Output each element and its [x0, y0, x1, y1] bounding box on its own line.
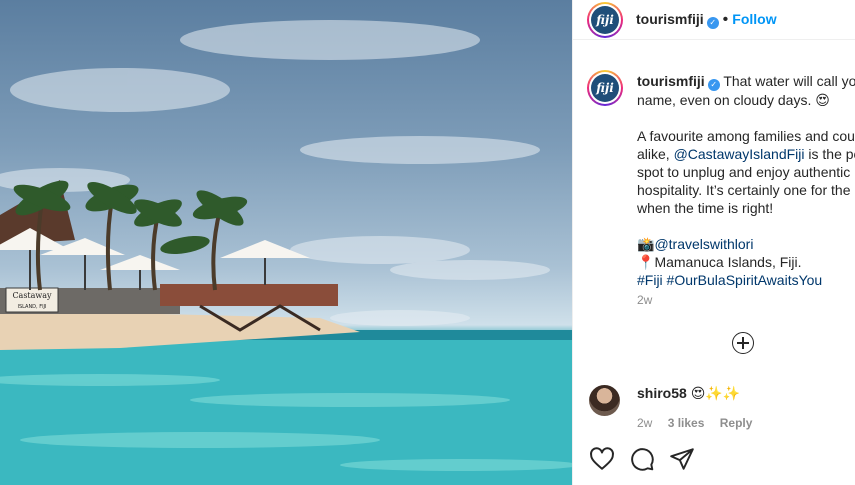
- svg-text:ISLAND, FIJI: ISLAND, FIJI: [17, 304, 46, 310]
- caption-line: name, even on cloudy days. 😍: [637, 92, 830, 108]
- post-sidebar: fiji tourismfiji ✓ • Follow fiji tourismfij…: [572, 0, 855, 485]
- credit-mention-link[interactable]: @travelswithlori: [654, 236, 753, 252]
- svg-text:Castaway: Castaway: [12, 291, 52, 300]
- follow-button[interactable]: Follow: [732, 11, 776, 27]
- caption-text: is the per: [808, 146, 855, 162]
- comment-text: 😍✨✨: [690, 385, 741, 401]
- caption-line: hospitality. It’s certainly one for the: [637, 182, 851, 198]
- comment-username[interactable]: shiro58: [637, 385, 687, 401]
- separator-dot: •: [722, 11, 729, 28]
- verified-badge-icon: ✓: [706, 17, 719, 29]
- fiji-logo: fiji: [591, 74, 619, 102]
- header-username[interactable]: tourismfiji: [636, 11, 704, 27]
- post-header: fiji tourismfiji ✓ • Follow: [573, 0, 855, 40]
- fiji-logo: fiji: [591, 6, 619, 34]
- comment-icon[interactable]: [629, 446, 655, 472]
- caption-line: A favourite among families and coup: [637, 128, 855, 144]
- instagram-post-modal: Castaway ISLAND, FIJI fiji tourismfiji ✓…: [0, 0, 855, 485]
- share-icon[interactable]: [669, 446, 695, 472]
- verified-badge-icon: ✓: [707, 79, 720, 91]
- caption-line: when the time is right!: [637, 200, 774, 216]
- post-timestamp[interactable]: 2w: [637, 293, 652, 307]
- beach-resort-illustration: Castaway ISLAND, FIJI: [0, 20, 572, 485]
- comment: shiro58 😍✨✨: [637, 385, 740, 402]
- hashtags-link[interactable]: #Fiji #OurBulaSpiritAwaitsYou: [637, 271, 855, 289]
- mention-link[interactable]: @CastawayIslandFiji: [674, 146, 805, 162]
- heart-icon[interactable]: [589, 446, 615, 472]
- comment-meta: 2w 3 likes Reply: [637, 416, 764, 430]
- comment-likes[interactable]: 3 likes: [668, 416, 705, 430]
- post-actions: [589, 446, 695, 472]
- profile-avatar[interactable]: fiji: [587, 2, 623, 38]
- post-caption: tourismfiji ✓ That water will call you na…: [637, 72, 855, 289]
- caption-text: alike,: [637, 146, 674, 162]
- location-text: Mamanuca Islands, Fiji.: [654, 254, 802, 270]
- post-photo[interactable]: Castaway ISLAND, FIJI: [0, 0, 572, 485]
- caption-line: That water will call you: [723, 73, 855, 89]
- caption-avatar[interactable]: fiji: [587, 70, 623, 106]
- comment-time[interactable]: 2w: [637, 416, 652, 430]
- caption-line: spot to unplug and enjoy authentic: [637, 164, 851, 180]
- reply-button[interactable]: Reply: [720, 416, 753, 430]
- commenter-avatar[interactable]: [589, 385, 620, 416]
- caption-username[interactable]: tourismfiji: [637, 73, 705, 89]
- plus-circle-icon[interactable]: [732, 332, 754, 354]
- location-pin-icon: 📍: [637, 254, 655, 270]
- camera-icon: 📸: [637, 236, 655, 252]
